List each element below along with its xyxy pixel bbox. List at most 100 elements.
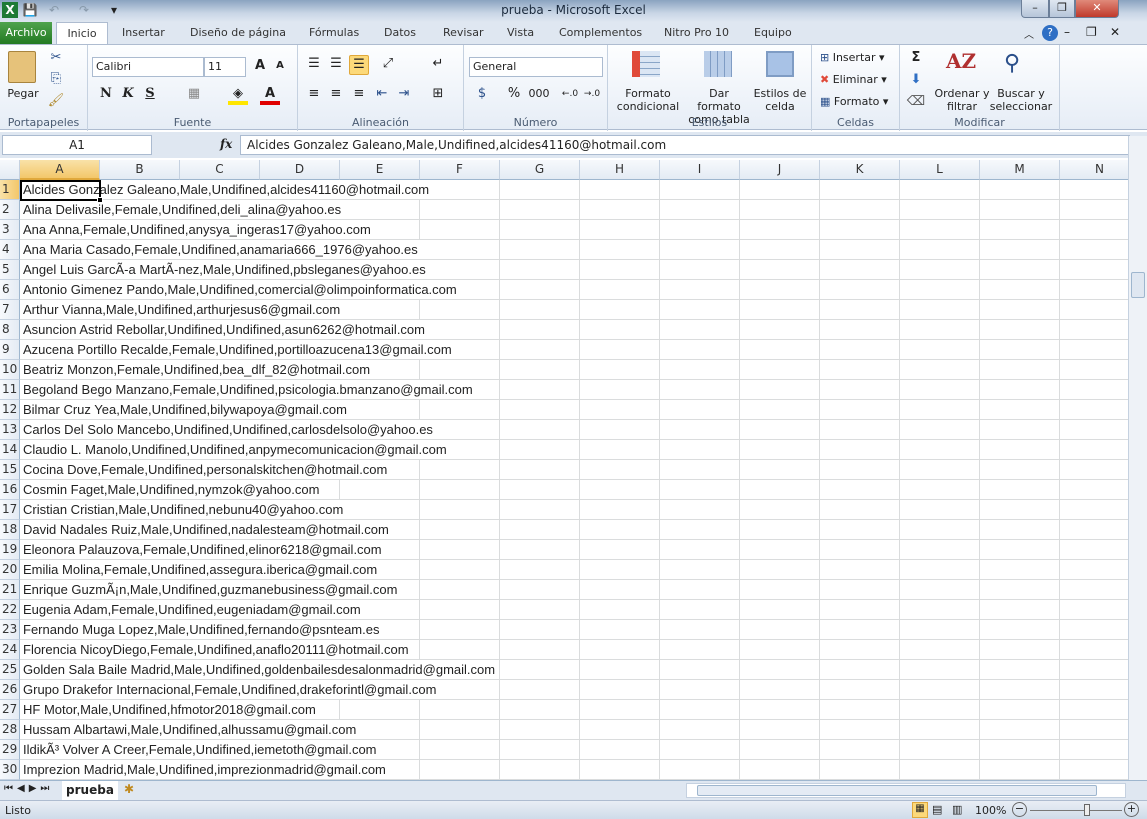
column-header-H[interactable]: H [580, 160, 660, 180]
row-header[interactable]: 26 [0, 680, 20, 700]
align-right-icon[interactable]: ≡ [349, 85, 369, 105]
cell-a15[interactable]: Cocina Dove,Female,Undifined,personalski… [23, 460, 390, 479]
tab-complementos[interactable]: Complementos [553, 22, 648, 44]
cell-a8[interactable]: Asuncion Astrid Rebollar,Undifined,Undif… [23, 320, 427, 339]
row-header[interactable]: 6 [0, 280, 20, 300]
horizontal-scrollbar[interactable] [686, 783, 1126, 798]
clear-icon[interactable]: ⌫ [906, 93, 926, 113]
sheet-nav-arrows-icon[interactable]: ⏮◀▶⏭ [4, 783, 53, 794]
cell-a23[interactable]: Fernando Muga Lopez,Male,Undifined,ferna… [23, 620, 382, 639]
column-header-F[interactable]: F [420, 160, 500, 180]
row-header[interactable]: 2 [0, 200, 20, 220]
cell-a5[interactable]: Angel Luis GarcÃ-a MartÃ-nez,Male,Undifi… [23, 260, 428, 279]
page-break-view-icon[interactable]: ▥ [952, 803, 962, 816]
thousands-button[interactable]: 000 [526, 85, 552, 105]
format-cells-button[interactable]: ▦ Formato ▾ [820, 95, 888, 108]
zoom-out-button[interactable]: − [1012, 802, 1027, 817]
tab-diseno-pagina[interactable]: Diseño de página [184, 22, 292, 44]
borders-icon[interactable]: ▦ [184, 85, 204, 105]
cell-a25[interactable]: Golden Sala Baile Madrid,Male,Undifined,… [23, 660, 498, 679]
font-color-icon[interactable]: A [260, 85, 280, 105]
cell-a22[interactable]: Eugenia Adam,Female,Undifined,eugeniadam… [23, 600, 363, 619]
zoom-in-button[interactable]: + [1124, 802, 1139, 817]
zoom-level[interactable]: 100% [975, 804, 1006, 817]
name-box[interactable]: A1 [2, 135, 152, 155]
row-header[interactable]: 30 [0, 760, 20, 780]
align-middle-icon[interactable]: ☰ [326, 55, 346, 75]
row-header[interactable]: 15 [0, 460, 20, 480]
tab-equipo[interactable]: Equipo [748, 22, 798, 44]
row-header[interactable]: 14 [0, 440, 20, 460]
column-header-I[interactable]: I [660, 160, 740, 180]
row-header[interactable]: 10 [0, 360, 20, 380]
row-header[interactable]: 5 [0, 260, 20, 280]
cell-a13[interactable]: Carlos Del Solo Mancebo,Undifined,Undifi… [23, 420, 435, 439]
cell-a14[interactable]: Claudio L. Manolo,Undifined,Undifined,an… [23, 440, 449, 459]
font-size-select[interactable]: 11 [204, 57, 246, 77]
workbook-minimize-icon[interactable]: – [1064, 25, 1070, 39]
workbook-close-icon[interactable]: ✕ [1110, 25, 1120, 39]
cell-a10[interactable]: Beatriz Monzon,Female,Undifined,bea_dlf_… [23, 360, 373, 379]
page-layout-view-icon[interactable]: ▤ [932, 803, 942, 816]
row-header[interactable]: 9 [0, 340, 20, 360]
row-header[interactable]: 16 [0, 480, 20, 500]
row-header[interactable]: 20 [0, 560, 20, 580]
column-header-C[interactable]: C [180, 160, 260, 180]
insert-function-button[interactable]: fx [220, 137, 232, 151]
cell-a26[interactable]: Grupo Drakefor Internacional,Female,Undi… [23, 680, 439, 699]
copy-icon[interactable]: ⎘ [46, 70, 66, 90]
find-select-button[interactable]: Buscar y seleccionar [988, 87, 1054, 113]
column-header-E[interactable]: E [340, 160, 420, 180]
column-header-A[interactable]: A [20, 160, 100, 180]
column-header-D[interactable]: D [260, 160, 340, 180]
column-header-B[interactable]: B [100, 160, 180, 180]
sort-filter-button[interactable]: Ordenar y filtrar [934, 87, 990, 113]
conditional-format-button[interactable]: Formato condicional [610, 87, 686, 113]
formula-input[interactable]: Alcides Gonzalez Galeano,Male,Undifined,… [240, 135, 1130, 155]
normal-view-icon[interactable]: ▦ [912, 802, 928, 818]
fill-icon[interactable]: ⬇ [906, 71, 926, 91]
row-header[interactable]: 8 [0, 320, 20, 340]
row-header[interactable]: 17 [0, 500, 20, 520]
italic-button[interactable]: K [118, 85, 138, 105]
cell-styles-button[interactable]: Estilos de celda [752, 87, 808, 113]
horizontal-scroll-thumb[interactable] [697, 785, 1097, 796]
percent-button[interactable]: % [504, 85, 524, 105]
orientation-icon[interactable]: ⤢ [378, 55, 398, 75]
cell-a4[interactable]: Ana Maria Casado,Female,Undifined,anamar… [23, 240, 420, 259]
fill-color-icon[interactable]: ◈ [228, 85, 248, 105]
decrease-indent-icon[interactable]: ⇤ [372, 85, 392, 105]
increase-decimal-icon[interactable]: ←.0 [560, 85, 580, 105]
align-center-icon[interactable]: ≡ [326, 85, 346, 105]
cell-a29[interactable]: IldikÃ³ Volver A Creer,Female,Undifined,… [23, 740, 379, 759]
row-header[interactable]: 7 [0, 300, 20, 320]
font-name-select[interactable]: Calibri [92, 57, 204, 77]
row-header[interactable]: 22 [0, 600, 20, 620]
spreadsheet-grid[interactable]: A B C D E F G H I J K L M N 1 Alcides Gonzalez Galeano,… [0, 160, 1128, 780]
increase-indent-icon[interactable]: ⇥ [394, 85, 414, 105]
bold-button[interactable]: N [96, 85, 116, 105]
tab-nitro[interactable]: Nitro Pro 10 [658, 22, 735, 44]
cell-a1[interactable]: Alcides Gonzalez Galeano,Male,Undifined,… [23, 180, 432, 199]
align-left-icon[interactable]: ≡ [304, 85, 324, 105]
row-header[interactable]: 28 [0, 720, 20, 740]
tab-insertar[interactable]: Insertar [116, 22, 171, 44]
merge-center-icon[interactable]: ⊞ [428, 85, 448, 105]
minimize-button[interactable]: – [1021, 0, 1049, 18]
row-header[interactable]: 27 [0, 700, 20, 720]
cell-a3[interactable]: Ana Anna,Female,Undifined,anysya_ingeras… [23, 220, 373, 239]
number-format-select[interactable]: General [469, 57, 603, 77]
tab-vista[interactable]: Vista [501, 22, 540, 44]
cell-a18[interactable]: David Nadales Ruiz,Male,Undifined,nadale… [23, 520, 391, 539]
row-header[interactable]: 1 [0, 180, 20, 200]
autosum-button[interactable]: Σ [906, 49, 926, 69]
zoom-slider-thumb[interactable] [1084, 804, 1091, 816]
collapse-ribbon-icon[interactable]: ︿ [1024, 26, 1034, 41]
row-header[interactable]: 23 [0, 620, 20, 640]
paste-icon[interactable] [8, 51, 36, 83]
row-header[interactable]: 19 [0, 540, 20, 560]
vertical-scroll-thumb[interactable] [1131, 272, 1145, 298]
cell-a21[interactable]: Enrique GuzmÃ¡n,Male,Undifined,guzmanebu… [23, 580, 400, 599]
cell-a20[interactable]: Emilia Molina,Female,Undifined,assegura.… [23, 560, 380, 579]
currency-icon[interactable]: $ [472, 85, 492, 105]
